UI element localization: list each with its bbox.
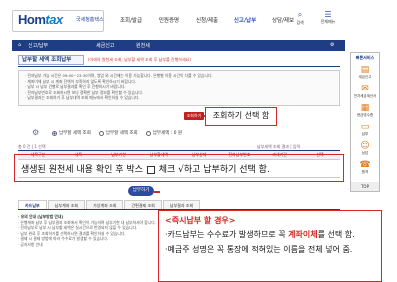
sitemap-label: 전체메뉴 bbox=[320, 19, 336, 24]
tab-card-payment[interactable]: 카드납부 bbox=[18, 200, 47, 209]
sidebar-item-label: 현금영수증 bbox=[356, 113, 374, 117]
callout-pay-title: <즉시납부 할 경우> bbox=[165, 216, 236, 225]
sidebar-item-payment[interactable]: ▭ 납부 bbox=[351, 122, 379, 137]
notice-line: · 납부결과는 조회하기 후 납부내역 조회 메뉴에서 확인하실 수 있습니다. bbox=[25, 95, 140, 100]
callout-select-row-text: 생생된 원천세 내용 확인 후 박스 체크 √하고 납부하기 선택 함. bbox=[21, 162, 270, 175]
radio-label: 납부세액 : 0 원 bbox=[152, 131, 183, 136]
pay-button[interactable]: 납부하기 bbox=[128, 186, 154, 196]
sidebar-item-consult[interactable]: ☺ 상담 bbox=[351, 141, 379, 156]
nav-item-certificate[interactable]: 민원증명 bbox=[150, 16, 188, 24]
tab-account-inquiry[interactable]: 납부계좌 조회 bbox=[47, 200, 86, 209]
breadcrumb-item-tax-filing[interactable]: 세금신고 bbox=[96, 42, 114, 49]
radio-checked-icon bbox=[52, 130, 57, 136]
sidebar-item-label: 전자세금계산서 bbox=[353, 94, 377, 98]
tab-easy-pay[interactable]: 간편결제 조회 bbox=[124, 200, 162, 209]
callout-row-text-pre: 생생된 원천세 내용 확인 후 박스 bbox=[21, 165, 146, 175]
radio-option[interactable]: 납부세액 : 0 원 bbox=[145, 130, 183, 136]
radio-label: 납부할 세액 조회 bbox=[59, 131, 91, 136]
sidebar-item-label: 원격 bbox=[361, 170, 369, 174]
callout-pay-line1: ·카드납부는 수수료가 발생하므로 꼭 계좌이체를 선택 함. bbox=[165, 227, 375, 242]
nav-item-application[interactable]: 신청/제출 bbox=[188, 16, 226, 24]
radio-unchecked-icon bbox=[98, 130, 104, 136]
page-title: 납부할 세액 조회납부 bbox=[18, 55, 84, 65]
sidebar-title: 빠른서비스 bbox=[355, 55, 375, 60]
logo-text-main: Hom bbox=[18, 12, 46, 27]
nav-item-inquiry[interactable]: 조회/발급 bbox=[112, 16, 150, 24]
search-button[interactable]: ⌕ 검색 bbox=[291, 10, 309, 26]
query-button[interactable]: 조회하기 bbox=[184, 112, 204, 120]
radio-option[interactable]: 납부할 세액 조회 bbox=[52, 130, 91, 136]
top-navigation: 조회/발급 민원증명 신청/제출 신고/납부 상담/제보 bbox=[112, 16, 302, 24]
search-label: 검색 bbox=[296, 20, 304, 25]
search-icon: ⌕ bbox=[297, 10, 303, 19]
nav-item-filing[interactable]: 신고/납부 bbox=[226, 16, 264, 24]
scroll-top-button[interactable]: TOP bbox=[351, 182, 379, 191]
chart-icon: ▦ bbox=[360, 103, 370, 113]
sidebar-item-label: 납부 bbox=[361, 132, 369, 136]
tab-virtual-account[interactable]: 가상계좌 조회 bbox=[86, 200, 124, 209]
quick-service-sidebar: 빠른서비스 ▤ 세금신고 ✉ 전자세금계산서 ▦ 현금영수증 ▭ 납부 ☺ 상담… bbox=[350, 52, 380, 192]
breadcrumb-item-withholding[interactable]: 원천세 bbox=[136, 42, 150, 49]
document-icon: ▤ bbox=[360, 65, 370, 75]
hometax-logo[interactable]: Homtax bbox=[18, 12, 63, 27]
home-icon[interactable]: ⌂ bbox=[18, 42, 21, 48]
radio-option[interactable]: 납부할 세액 조회 bbox=[98, 130, 138, 136]
sidebar-item-cash-receipt[interactable]: ▦ 현금영수증 bbox=[351, 103, 379, 118]
logo-text-tax: tax bbox=[45, 12, 63, 27]
callout-pay-line2: ·예금주 성명은 꼭 통장에 적혀있는 이름을 전체 넣어 줌. bbox=[165, 245, 353, 254]
receipt-icon: ✉ bbox=[361, 84, 369, 94]
notice-box: · 전자납부 가능 시간은 09:00~23:30이며, 영업 외 시간에는 이… bbox=[18, 70, 340, 106]
sidebar-item-remote[interactable]: ☎ 원격 bbox=[351, 160, 379, 175]
user-icon: ☺ bbox=[360, 141, 370, 151]
logo-subtitle: 국세청홈택스 bbox=[76, 17, 104, 23]
breadcrumb-item-filing[interactable]: 신고/납부 bbox=[28, 42, 48, 49]
breadcrumb-bar: ⌂ 신고/납부 세금신고 원천세 ⚙ bbox=[12, 40, 345, 51]
main-content: 납부할 세액 조회납부 (아래의 원천세 조회, 납부할 세액 조회 후 납부를… bbox=[12, 52, 382, 282]
top-icons: ⌕ 검색 ☰ 전체메뉴 bbox=[291, 10, 337, 26]
gear-icon: ⚙ bbox=[32, 128, 40, 137]
sidebar-item-label: 세금신고 bbox=[358, 75, 372, 79]
radio-unchecked-icon bbox=[145, 130, 151, 136]
headset-icon: ☎ bbox=[359, 160, 371, 170]
callout-immediate-pay: <즉시납부 할 경우> ·카드납부는 수수료가 발생하므로 꼭 계좌이체를 선택… bbox=[158, 210, 382, 282]
callout-pay-line1-emphasis: 계좌이체 bbox=[288, 230, 318, 239]
settings-icon[interactable]: ⚙ bbox=[330, 42, 334, 48]
sitemap-button[interactable]: ☰ 전체메뉴 bbox=[319, 10, 337, 26]
callout-row-text-post: 체크 √하고 납부하기 선택 함. bbox=[158, 165, 270, 175]
radio-label: 납부할 세액 조회 bbox=[105, 131, 138, 136]
divider bbox=[18, 66, 340, 67]
callout-select-row: 생생된 원천세 내용 확인 후 박스 체크 √하고 납부하기 선택 함. bbox=[14, 154, 344, 182]
page-title-note: (아래의 원천세 조회, 납부할 세액 조회 후 납부를 진행하세요) bbox=[88, 57, 191, 62]
tab-payment-result[interactable]: 납부결과 조회 bbox=[162, 200, 201, 209]
query-options: 납부할 세액 조회 납부할 세액 조회 납부세액 : 0 원 bbox=[52, 130, 182, 136]
sidebar-item-invoice[interactable]: ✉ 전자세금계산서 bbox=[351, 84, 379, 99]
payment-tabs: 카드납부 납부계좌 조회 가상계좌 조회 간편결제 조회 납부결과 조회 bbox=[18, 200, 340, 210]
checkbox-icon bbox=[146, 165, 155, 174]
card-icon: ▭ bbox=[360, 122, 370, 132]
callout-pay-line1-post: 를 선택 함. bbox=[317, 230, 355, 239]
callout-connector bbox=[154, 191, 160, 193]
callout-query: 조회하기 선택 함 bbox=[205, 107, 277, 126]
sitemap-icon: ☰ bbox=[324, 10, 332, 19]
sidebar-item-label: 상담 bbox=[361, 151, 369, 155]
top-header: Homtax 국세청홈택스 조회/발급 민원증명 신청/제출 신고/납부 상담/… bbox=[0, 0, 397, 40]
sidebar-item-filing[interactable]: ▤ 세금신고 bbox=[351, 65, 379, 80]
callout-pay-line1-pre: ·카드납부는 수수료가 발생하므로 꼭 bbox=[165, 230, 289, 239]
